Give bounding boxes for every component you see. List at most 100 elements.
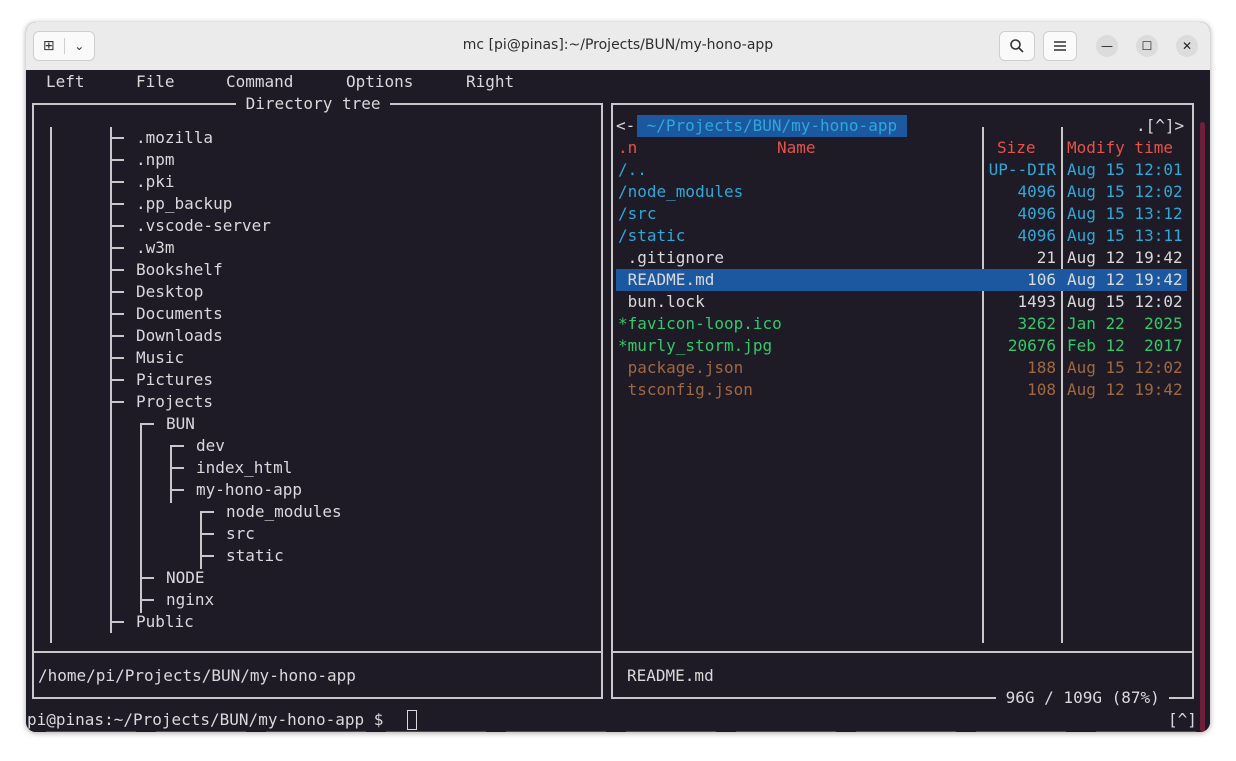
tree-item[interactable]: node_modules	[226, 501, 342, 523]
right-panel-path[interactable]: ~/Projects/BUN/my-hono-app	[637, 115, 907, 137]
column-size-header[interactable]: Size	[997, 137, 1036, 159]
file-name[interactable]: .gitignore	[618, 247, 724, 269]
column-separator	[1061, 127, 1063, 643]
tree-item[interactable]: Bookshelf	[136, 259, 223, 281]
right-header-left[interactable]: <-	[616, 115, 636, 137]
fkey-renmov-button[interactable]: RenMov	[626, 731, 716, 732]
close-button[interactable]: ✕	[1176, 35, 1198, 57]
tree-connector	[140, 423, 154, 425]
search-button[interactable]	[999, 31, 1035, 61]
fkey-number: 3	[256, 731, 266, 732]
fkey-edit-button[interactable]: Edit	[386, 731, 486, 732]
tree-item[interactable]: Downloads	[136, 325, 223, 347]
tree-line	[200, 545, 202, 556]
tree-item[interactable]: Documents	[136, 303, 223, 325]
file-name[interactable]: *murly_storm.jpg	[618, 335, 772, 357]
tree-connector	[110, 137, 124, 139]
menu-file[interactable]: File	[136, 72, 175, 91]
file-name[interactable]: *favicon-loop.ico	[618, 313, 782, 335]
fkey-number: 6	[616, 731, 626, 732]
right-status-file: README.md	[627, 666, 714, 685]
file-mtime: Aug 15 12:02	[1067, 292, 1183, 311]
maximize-button[interactable]: ☐	[1136, 35, 1158, 57]
menu-command[interactable]: Command	[226, 72, 293, 91]
minimize-button[interactable]: —	[1096, 35, 1118, 57]
fkey-delete-button[interactable]: Delete	[856, 731, 956, 732]
fkey-number: 4	[376, 731, 386, 732]
fkey-pulldn-button[interactable]: PullDn	[976, 731, 1066, 732]
cursor[interactable]	[407, 710, 417, 730]
file-name[interactable]: /src	[618, 203, 657, 225]
file-name[interactable]: tsconfig.json	[618, 379, 753, 401]
file-mtime: Aug 15 12:02	[1067, 182, 1183, 201]
tree-item[interactable]: src	[226, 523, 255, 545]
tree-item[interactable]: dev	[196, 435, 225, 457]
file-name[interactable]: /static	[618, 225, 685, 247]
file-size: 21	[1036, 248, 1056, 267]
function-key-bar: 1Help 2Menu 3View 4Edit 5Copy 6RenMov 7Mkdir 8D…	[26, 731, 1210, 732]
history-marker[interactable]: [^]	[1168, 709, 1197, 731]
tree-item[interactable]: my-hono-app	[196, 479, 302, 501]
fkey-copy-button[interactable]: Copy	[506, 731, 606, 732]
tree-item[interactable]: .w3m	[136, 237, 175, 259]
fkey-number: 9	[966, 731, 976, 732]
tree-item[interactable]: .pki	[136, 171, 175, 193]
tree-item[interactable]: Public	[136, 611, 194, 633]
fkey-number: 10	[1076, 731, 1095, 732]
tree-item[interactable]: NODE	[166, 567, 205, 589]
terminal-area[interactable]: Left File Command Options Right Director…	[26, 70, 1210, 732]
file-name[interactable]: /..	[618, 159, 647, 181]
tree-item[interactable]: Music	[136, 347, 184, 369]
tree-item[interactable]: index_html	[196, 457, 292, 479]
menu-left[interactable]: Left	[46, 72, 85, 91]
menu-right[interactable]: Right	[466, 72, 514, 91]
column-name-header[interactable]: Name	[777, 137, 816, 159]
file-mtime: Aug 12 19:42	[1067, 248, 1183, 267]
hamburger-icon	[1054, 41, 1066, 51]
sort-indicator[interactable]: .n	[618, 137, 637, 159]
file-mtime: Aug 15 12:02	[1067, 358, 1183, 377]
fkey-menu-button[interactable]: Menu	[156, 731, 246, 732]
file-name[interactable]: README.md	[618, 269, 715, 291]
scrollbar[interactable]	[1200, 122, 1205, 732]
tree-connector	[110, 225, 124, 227]
column-mtime-header[interactable]: Modify time	[1067, 137, 1173, 159]
tree-item[interactable]: Projects	[136, 391, 213, 413]
tree-item[interactable]: nginx	[166, 589, 214, 611]
tree-item[interactable]: Desktop	[136, 281, 203, 303]
fkey-mkdir-button[interactable]: Mkdir	[736, 731, 836, 732]
menu-button[interactable]	[1043, 31, 1077, 61]
fkey-number: 2	[146, 731, 156, 732]
tree-connector	[200, 511, 214, 513]
close-icon: ✕	[1181, 39, 1193, 53]
tree-item[interactable]: BUN	[166, 413, 195, 435]
fkey-number: 8	[846, 731, 856, 732]
file-name[interactable]: /node_modules	[618, 181, 743, 203]
tree-item[interactable]: Pictures	[136, 369, 213, 391]
disk-usage: 96G / 109G (87%)	[996, 687, 1170, 709]
menu-options[interactable]: Options	[346, 72, 413, 91]
left-status-path: /home/pi/Projects/BUN/my-hono-app	[38, 666, 356, 685]
file-mtime: Feb 12 2017	[1067, 336, 1183, 355]
file-name[interactable]: package.json	[618, 357, 744, 379]
tree-item[interactable]: static	[226, 545, 284, 567]
fkey-help-button[interactable]: Help	[46, 731, 136, 732]
tree-item[interactable]: .vscode-server	[136, 215, 271, 237]
file-size: 188	[1027, 358, 1056, 377]
left-panel-divider	[32, 651, 603, 653]
tree-connector	[200, 533, 214, 535]
tree-line	[170, 479, 172, 490]
fkey-quit-button[interactable]: Quit	[1096, 731, 1196, 732]
tree-item[interactable]: .pp_backup	[136, 193, 232, 215]
file-size: 3262	[1017, 314, 1056, 333]
right-header-right[interactable]: .[^]>	[1136, 115, 1185, 137]
tree-item[interactable]: .mozilla	[136, 127, 213, 149]
right-panel-divider	[611, 651, 1194, 653]
tree-item[interactable]: .npm	[136, 149, 175, 171]
tree-connector	[170, 445, 184, 447]
fkey-view-button[interactable]: View	[266, 731, 366, 732]
file-size: 1493	[1017, 292, 1056, 311]
tree-connector	[110, 181, 124, 183]
file-name[interactable]: bun.lock	[618, 291, 705, 313]
tree-connector	[110, 313, 124, 315]
